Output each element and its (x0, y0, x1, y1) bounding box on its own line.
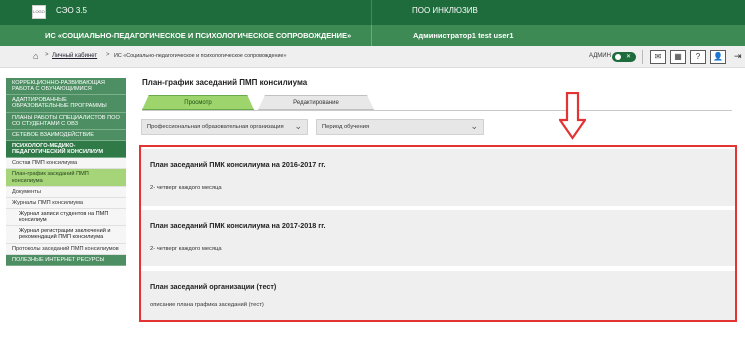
tab-bar: Просмотр Редактирование (142, 95, 732, 111)
sidebar-item-journals[interactable]: Журналы ПМП консилиума (6, 197, 126, 209)
plan-card[interactable]: План заседаний ПМК консилиума на 2017-20… (141, 210, 735, 266)
sidebar-item-adapted-programs[interactable]: АДАПТИРОВАННЫЕ ОБРАЗОВАТЕЛЬНЫЕ ПРОГРАММЫ (6, 95, 126, 113)
period-select[interactable]: Период обучения ⌄ (316, 119, 484, 135)
plan-list-highlight: План заседаний ПМК консилиума на 2016-20… (139, 145, 737, 322)
system-bar: ИС «СОЦИАЛЬНО-ПЕДАГОГИЧЕСКОЕ И ПСИХОЛОГИ… (0, 25, 745, 46)
organization-select[interactable]: Профессиональная образовательная организ… (141, 119, 308, 135)
organization-select-text: Профессиональная образовательная организ… (147, 124, 284, 130)
toggle-knob (615, 54, 621, 60)
mail-icon[interactable]: ✉ (650, 50, 666, 64)
system-title: ИС «СОЦИАЛЬНО-ПЕДАГОГИЧЕСКОЕ И ПСИХОЛОГИ… (45, 31, 352, 40)
help-icon[interactable]: ? (690, 50, 706, 64)
top-header: LOGO СЭО 3.5 ПОО ИНКЛЮЗИВ (0, 0, 745, 25)
sidebar: КОРРЕКЦИОННО-РАЗВИВАЮЩАЯ РАБОТА С ОБУЧАЮ… (6, 78, 126, 266)
down-arrow-icon (559, 92, 586, 140)
admin-label: АДМИН (589, 53, 611, 59)
sidebar-item-resources[interactable]: ПОЛЕЗНЫЕ ИНТЕРНЕТ РЕСУРСЫ (6, 254, 126, 266)
sidebar-item-documents[interactable]: Документы (6, 186, 126, 198)
home-icon[interactable]: ⌂ (33, 51, 43, 61)
sidebar-item-student-journal[interactable]: Журнал записи студентов на ПМП консилиум (6, 208, 126, 227)
plan-card[interactable]: План заседаний организации (тест) описан… (141, 271, 735, 320)
period-select-text: Период обучения (322, 124, 370, 130)
close-icon: ✕ (625, 54, 631, 60)
sidebar-item-protocols[interactable]: Протоколы заседаний ПМП консилиумов (6, 243, 126, 255)
sidebar-item-work-plans[interactable]: ПЛАНЫ РАБОТЫ СПЕЦИАЛИСТОВ ПОО СО СТУДЕНТ… (6, 112, 126, 130)
breadcrumb-separator: > (45, 52, 49, 58)
organization-name: ПОО ИНКЛЮЗИВ (412, 6, 478, 15)
plan-description: описание плана графика заседаний (тест) (150, 302, 264, 308)
sidebar-item-pmp-council[interactable]: ПСИХОЛОГО-МЕДИКО-ПЕДАГОГИЧЕСКИЙ КОНСИЛИУ… (6, 140, 126, 159)
chevron-down-icon: ⌄ (470, 121, 478, 131)
calendar-icon[interactable]: ▦ (670, 50, 686, 64)
chevron-down-icon: ⌄ (294, 121, 302, 131)
breadcrumb-current: ИС «Социально-педагогическое и психологи… (114, 53, 287, 59)
breadcrumb-bar: ⌂ > Личный кабинет > ИС «Социально-педаг… (0, 46, 745, 68)
plan-card[interactable]: План заседаний ПМК консилиума на 2016-20… (141, 149, 735, 206)
breadcrumb-link-cabinet[interactable]: Личный кабинет (52, 53, 97, 59)
tab-edit[interactable]: Редактирование (258, 95, 374, 110)
breadcrumb-separator: > (106, 52, 110, 58)
toolbar-divider (642, 50, 643, 64)
sidebar-item-correction[interactable]: КОРРЕКЦИОННО-РАЗВИВАЮЩАЯ РАБОТА С ОБУЧАЮ… (6, 78, 126, 96)
plan-title: План заседаний ПМК консилиума на 2017-20… (150, 221, 326, 230)
profile-icon[interactable]: 👤 (710, 50, 726, 64)
plan-description: 2- четверг каждого месяца (150, 246, 222, 252)
sidebar-item-council-composition[interactable]: Состав ПМП консилиума (6, 158, 126, 170)
system-divider (371, 25, 372, 46)
admin-toggle[interactable]: ✕ (612, 52, 636, 62)
sidebar-item-network[interactable]: СЕТЕВОЕ ВЗАИМОДЕЙСТВИЕ (6, 129, 126, 141)
plan-title: План заседаний ПМК консилиума на 2016-20… (150, 160, 326, 169)
logout-icon[interactable]: ⇥ (734, 51, 742, 62)
tab-view[interactable]: Просмотр (142, 95, 254, 110)
page-title: План-график заседаний ПМП консилиума (142, 78, 308, 87)
header-divider (371, 0, 372, 25)
plan-description: 2- четверг каждого месяца (150, 185, 222, 191)
sidebar-item-schedule[interactable]: План-график заседаний ПМП консилиума (6, 169, 126, 187)
plan-title: План заседаний организации (тест) (150, 282, 277, 291)
app-name: СЭО 3.5 (56, 6, 88, 15)
user-name: Администратор1 test user1 (413, 31, 514, 40)
sidebar-item-conclusions-journal[interactable]: Журнал регистрации заключений и рекоменд… (6, 226, 126, 244)
logo: LOGO (32, 5, 46, 19)
